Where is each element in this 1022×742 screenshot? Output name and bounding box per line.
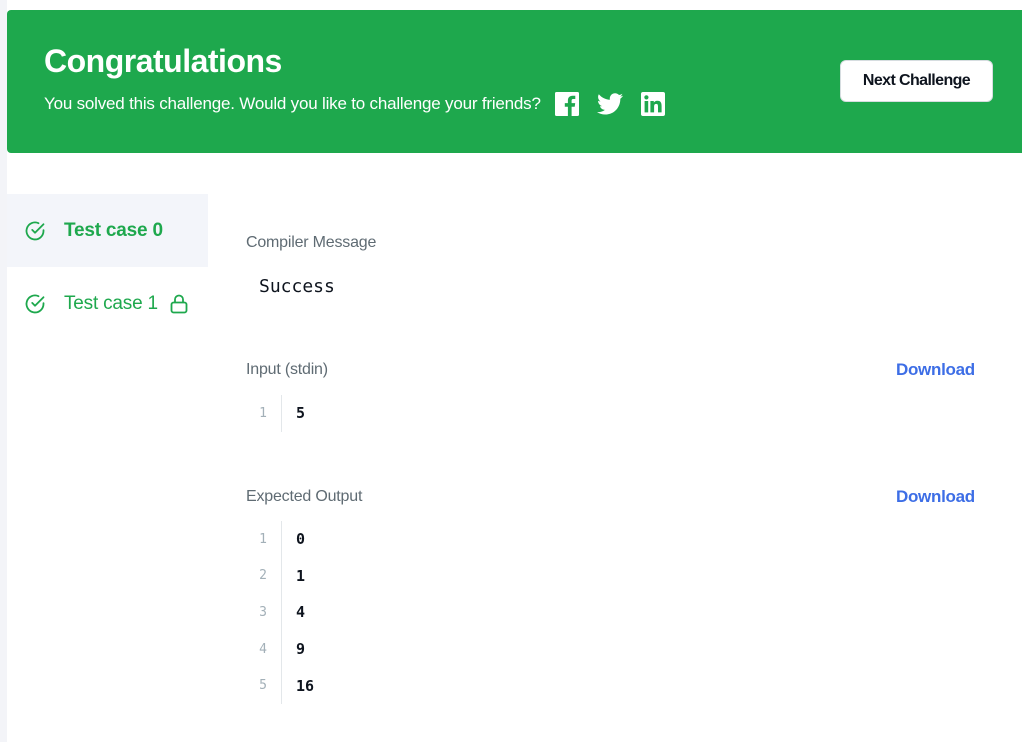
banner-subtitle: You solved this challenge. Would you lik… [44,94,541,113]
code-line: 1 0 [246,521,314,558]
tab-label: Test case 1 [64,292,158,314]
results-page: Congratulations You solved this challeng… [0,0,1022,742]
code-line: 5 16 [246,667,314,704]
line-number: 1 [246,395,282,432]
line-value: 4 [296,603,306,622]
line-value: 16 [296,676,315,695]
code-line: 3 4 [246,594,314,631]
code-line: 2 1 [246,557,314,595]
input-label: Input (stdin) [246,361,328,378]
line-value: 5 [296,404,306,423]
compiler-message-label: Compiler Message [246,234,377,251]
line-value: 9 [296,640,306,659]
expected-output-code-block: 1 0 2 1 3 4 4 9 5 16 [246,521,314,704]
line-value: 1 [296,566,306,585]
input-code-block: 1 5 [246,395,305,432]
expected-output-label: Expected Output [246,488,363,505]
tab-label: Test case 0 [64,219,163,241]
left-gutter [0,0,7,742]
line-number: 5 [246,667,282,704]
linkedin-icon[interactable] [640,92,665,116]
input-download-link[interactable]: Download [896,360,975,380]
code-line: 4 9 [246,630,314,668]
compiler-message-text: Success [259,276,335,297]
expected-output-download-link[interactable]: Download [896,487,975,507]
line-number: 4 [246,630,282,668]
tab-test-case-1[interactable]: Test case 1 [7,267,208,340]
banner-subtitle-row: You solved this challenge. Would you lik… [44,92,665,116]
banner-title: Congratulations [44,43,282,79]
success-banner: Congratulations You solved this challeng… [7,10,1022,153]
twitter-icon[interactable] [596,93,623,115]
line-number: 3 [246,594,282,631]
check-circle-icon [24,293,46,315]
lock-icon [170,294,188,314]
facebook-icon[interactable] [554,92,579,116]
line-value: 0 [296,530,306,549]
next-challenge-button[interactable]: Next Challenge [840,60,993,102]
tab-test-case-0[interactable]: Test case 0 [7,194,208,267]
line-number: 1 [246,521,282,558]
check-circle-icon [24,220,46,242]
line-number: 2 [246,557,282,595]
code-line: 1 5 [246,395,305,432]
